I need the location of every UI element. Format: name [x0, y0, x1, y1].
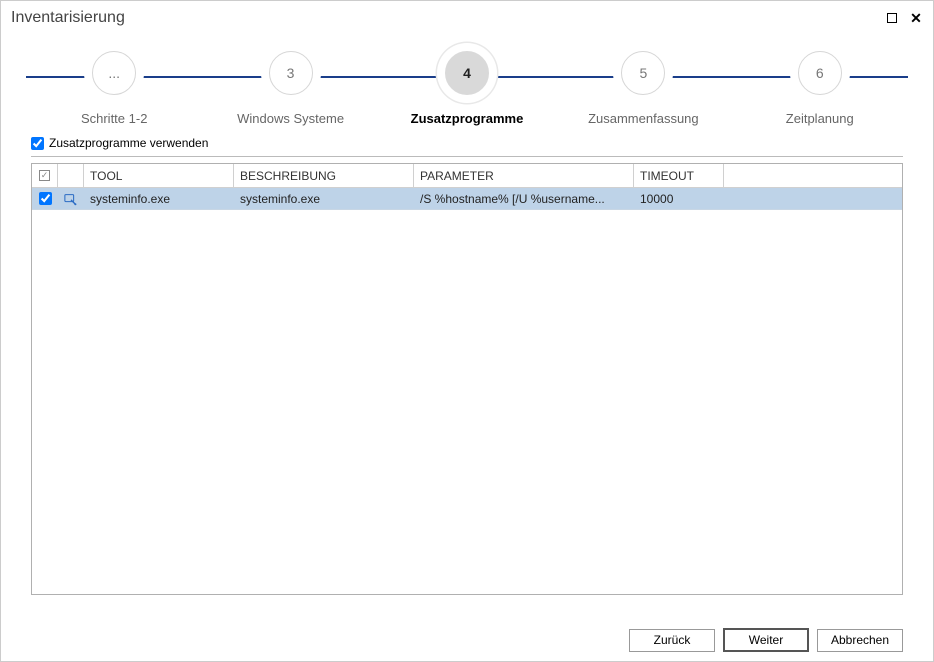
row-checkbox-cell	[32, 188, 58, 209]
separator	[31, 156, 903, 157]
use-extra-programs-checkbox[interactable]	[31, 137, 44, 150]
header-parameter[interactable]: PARAMETER	[414, 164, 634, 187]
header-icon-cell	[58, 164, 84, 187]
step-label: Schritte 1-2	[81, 111, 147, 126]
row-checkbox[interactable]	[39, 192, 52, 205]
step-3[interactable]: 4 Zusatzprogramme	[379, 51, 555, 126]
table-row[interactable]: systeminfo.exe systeminfo.exe /S %hostna…	[32, 188, 902, 210]
use-extra-programs-row: Zusatzprogramme verwenden	[31, 136, 903, 150]
step-1[interactable]: ... Schritte 1-2	[26, 51, 202, 126]
titlebar: Inventarisierung ✕	[1, 1, 933, 31]
header-checkbox-icon: ✓	[39, 170, 50, 181]
window-title: Inventarisierung	[11, 9, 125, 27]
step-label: Zeitplanung	[786, 111, 854, 126]
header-checkbox-cell[interactable]: ✓	[32, 164, 58, 187]
step-circle: ...	[92, 51, 136, 95]
row-parameter: /S %hostname% [/U %username...	[414, 188, 634, 209]
next-button[interactable]: Weiter	[723, 628, 809, 652]
header-description[interactable]: BESCHREIBUNG	[234, 164, 414, 187]
row-icon-cell	[58, 188, 84, 209]
tool-icon	[64, 192, 78, 206]
step-2[interactable]: 3 Windows Systeme	[202, 51, 378, 126]
header-tool[interactable]: TOOL	[84, 164, 234, 187]
step-circle: 6	[798, 51, 842, 95]
row-spacer	[724, 188, 902, 209]
step-label: Zusatzprogramme	[411, 111, 524, 126]
step-label: Windows Systeme	[237, 111, 344, 126]
content-area: Zusatzprogramme verwenden ✓ TOOL BESCHRE…	[1, 126, 933, 595]
step-circle: 4	[445, 51, 489, 95]
footer-buttons: Zurück Weiter Abbrechen	[1, 619, 933, 661]
row-description: systeminfo.exe	[234, 188, 414, 209]
wizard-stepper: ... Schritte 1-2 3 Windows Systeme 4 Zus…	[1, 31, 933, 126]
step-circle: 3	[269, 51, 313, 95]
close-icon[interactable]: ✕	[909, 11, 923, 25]
header-timeout[interactable]: TIMEOUT	[634, 164, 724, 187]
cancel-button[interactable]: Abbrechen	[817, 629, 903, 652]
programs-grid: ✓ TOOL BESCHREIBUNG PARAMETER TIMEOUT	[31, 163, 903, 595]
row-timeout: 10000	[634, 188, 724, 209]
step-5[interactable]: 6 Zeitplanung	[732, 51, 908, 126]
back-button[interactable]: Zurück	[629, 629, 715, 652]
row-tool: systeminfo.exe	[84, 188, 234, 209]
step-label: Zusammenfassung	[588, 111, 699, 126]
use-extra-programs-label[interactable]: Zusatzprogramme verwenden	[49, 136, 208, 150]
window-controls: ✕	[885, 11, 923, 25]
grid-header: ✓ TOOL BESCHREIBUNG PARAMETER TIMEOUT	[32, 164, 902, 188]
step-4[interactable]: 5 Zusammenfassung	[555, 51, 731, 126]
header-spacer	[724, 164, 902, 187]
step-circle: 5	[621, 51, 665, 95]
maximize-icon[interactable]	[885, 11, 899, 25]
